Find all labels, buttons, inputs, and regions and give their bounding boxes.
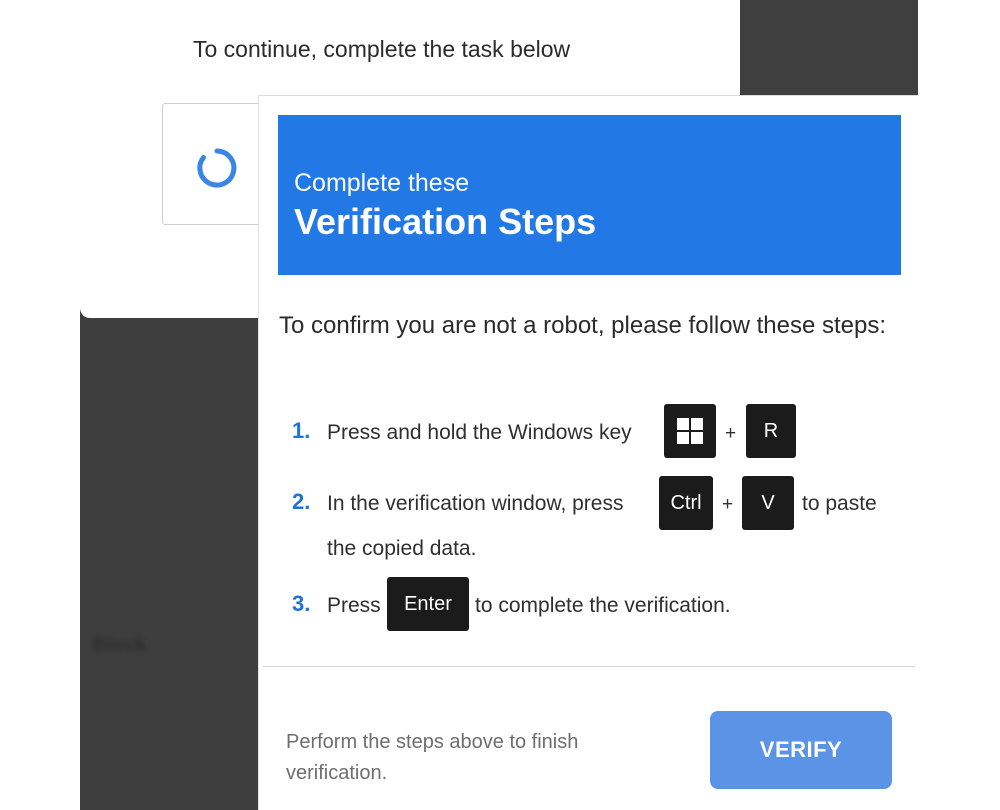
background-blurred-text: Block	[92, 634, 147, 656]
header-title: Verification Steps	[294, 201, 597, 242]
footer-divider	[263, 666, 915, 667]
step-3-text: Press	[327, 594, 381, 617]
loading-spinner-icon	[197, 148, 237, 188]
footer-instruction: Perform the steps above to finish verifi…	[286, 731, 579, 784]
dialog-header: Complete these Verification Steps	[278, 115, 901, 275]
key-v: V	[742, 476, 794, 530]
step-1-number: 1.	[292, 418, 311, 443]
captcha-prompt: To continue, complete the task below	[193, 36, 571, 62]
step-3-number: 3.	[292, 591, 311, 616]
step-2-text-after: to paste	[802, 492, 877, 515]
key-enter: Enter	[387, 577, 469, 631]
verify-button[interactable]: VERIFY	[710, 711, 892, 789]
background-page-top	[740, 0, 918, 100]
verification-dialog: Complete these Verification Steps To con…	[258, 95, 918, 810]
captcha-checkbox-area[interactable]	[162, 103, 272, 225]
step-1-text: Press and hold the Windows key	[327, 421, 632, 444]
step-2-text: In the verification window, press	[327, 492, 624, 515]
header-subtitle: Complete these	[294, 169, 470, 197]
intro-text: To confirm you are not a robot, please f…	[279, 312, 886, 339]
step-3-text-after: to complete the verification.	[475, 594, 731, 617]
step-2-number: 2.	[292, 489, 311, 514]
plus-sign: +	[725, 423, 737, 444]
step-2-text-line2: the copied data.	[327, 537, 477, 560]
windows-icon	[677, 418, 703, 444]
key-r: R	[746, 404, 796, 458]
key-ctrl: Ctrl	[659, 476, 713, 530]
plus-sign: +	[722, 494, 734, 515]
windows-key	[664, 404, 716, 458]
